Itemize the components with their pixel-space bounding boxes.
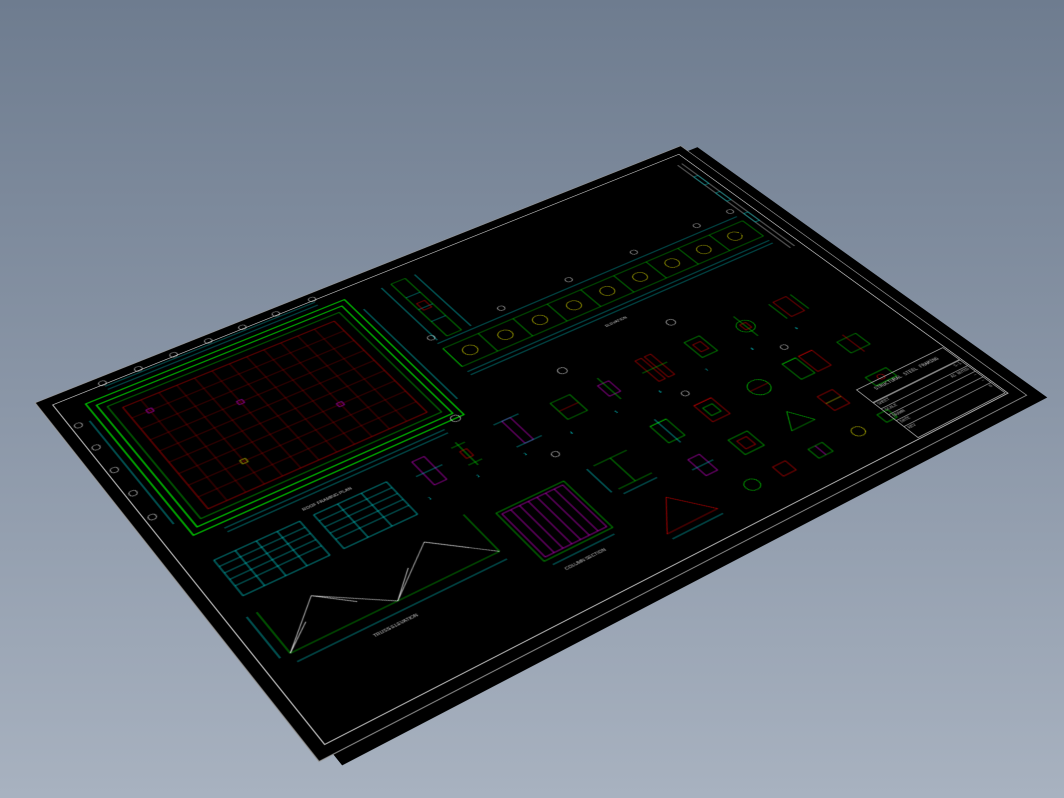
- schedule-1: [214, 521, 330, 595]
- svg-text:6: 6: [658, 390, 663, 393]
- drawing-sheet-3d: ROOF FRAMING PLAN: [34, 146, 1027, 763]
- svg-text:4: 4: [569, 431, 574, 435]
- schedule-2: [314, 482, 418, 549]
- detail-row-2: [646, 328, 876, 446]
- truss-elevation: TRUSS ELEVATION: [247, 515, 517, 678]
- gusset: [641, 485, 723, 539]
- section-markers: [449, 295, 790, 478]
- braced-elevation: ELEVATION: [426, 209, 786, 385]
- vertical-section: [381, 275, 471, 341]
- svg-text:8: 8: [750, 347, 755, 350]
- svg-text:3: 3: [523, 453, 528, 457]
- svg-text:TRUSS ELEVATION: TRUSS ELEVATION: [372, 613, 419, 639]
- svg-text:2: 2: [476, 474, 481, 478]
- svg-text:7: 7: [705, 369, 710, 372]
- svg-text:5: 5: [614, 410, 619, 413]
- svg-text:1: 1: [428, 497, 433, 501]
- framing-plan: ROOF FRAMING PLAN: [53, 286, 488, 565]
- svg-text:ELEVATION: ELEVATION: [604, 316, 628, 328]
- i-section: [587, 450, 657, 497]
- detail-row-1: [405, 292, 812, 488]
- detail-row-3: [683, 365, 901, 478]
- svg-text:COLUMN SECTION: COLUMN SECTION: [563, 547, 607, 571]
- cad-sheet: ROOF FRAMING PLAN: [34, 146, 1027, 763]
- plan-label: ROOF FRAMING PLAN: [301, 486, 353, 512]
- viewport-3d[interactable]: ROOF FRAMING PLAN: [0, 0, 1064, 798]
- cad-linework: ROOF FRAMING PLAN: [36, 146, 1029, 763]
- svg-text:9: 9: [795, 327, 800, 330]
